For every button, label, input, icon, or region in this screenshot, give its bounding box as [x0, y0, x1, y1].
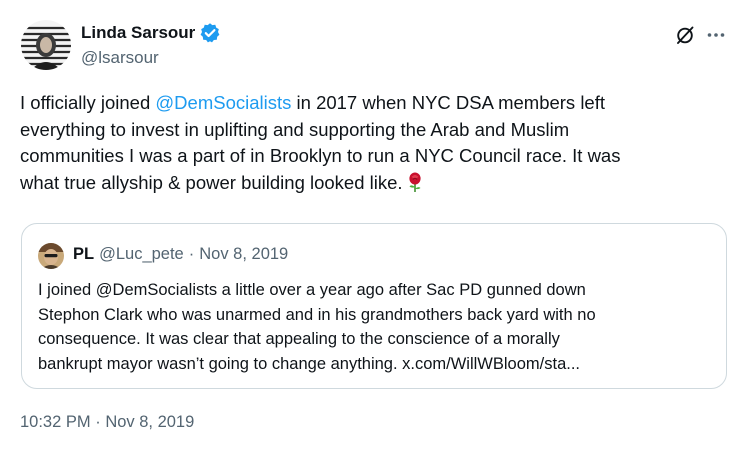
- author-handle[interactable]: @lsarsour: [81, 48, 159, 68]
- quoted-tweet-card[interactable]: PL @Luc_pete · Nov 8, 2019 I joined @Dem…: [21, 223, 727, 389]
- rose-icon: [405, 171, 425, 193]
- tweet-text-line: what true allyship & power building look…: [20, 170, 734, 197]
- author-name[interactable]: Linda Sarsour: [81, 23, 195, 43]
- tweet-text-line: I officially joined @DemSocialists in 20…: [20, 90, 734, 117]
- quote-author-avatar[interactable]: [38, 243, 64, 269]
- quote-date[interactable]: Nov 8, 2019: [199, 245, 288, 264]
- author-avatar[interactable]: [21, 20, 71, 70]
- tweet-text-line: communities I was a part of in Brooklyn …: [20, 145, 621, 166]
- tweet-timestamp[interactable]: 10:32 PM · Nov 8, 2019: [20, 413, 194, 432]
- timestamp-separator: ·: [95, 413, 101, 431]
- quote-author-handle[interactable]: @Luc_pete: [99, 245, 184, 264]
- timestamp-date[interactable]: Nov 8, 2019: [105, 413, 194, 431]
- quote-text-line: consequence. It was clear that appealing…: [38, 330, 560, 348]
- quote-separator: ·: [188, 245, 195, 263]
- quote-author-name[interactable]: PL: [73, 245, 94, 264]
- tweet-text-segment: in 2017 when NYC DSA members left: [291, 92, 606, 113]
- tweet-text-segment: what true allyship & power building look…: [20, 171, 403, 193]
- verified-badge-icon: [199, 22, 221, 44]
- quote-header: PL @Luc_pete · Nov 8, 2019: [73, 245, 288, 264]
- tweet-text-line: everything to invest in uplifting and su…: [20, 118, 570, 140]
- tweet-card: Linda Sarsour @lsarsour I officially joi…: [0, 0, 749, 454]
- mention-link[interactable]: @DemSocialists: [155, 92, 291, 113]
- tweet-text-segment: I officially joined: [20, 92, 156, 113]
- quote-text: I joined @DemSocialists a little over a …: [38, 278, 714, 376]
- timestamp-time[interactable]: 10:32 PM: [20, 413, 91, 431]
- quote-text-line: I joined @DemSocialists a little over a …: [38, 281, 586, 299]
- quote-text-line: Stephon Clark who was unarmed and in his…: [38, 305, 596, 324]
- author-name-row[interactable]: Linda Sarsour: [81, 22, 221, 44]
- more-options-icon[interactable]: [705, 24, 727, 46]
- tweet-text: I officially joined @DemSocialists in 20…: [20, 90, 734, 196]
- grok-icon[interactable]: [674, 24, 696, 46]
- quote-text-line: bankrupt mayor wasn’t going to change an…: [38, 354, 580, 373]
